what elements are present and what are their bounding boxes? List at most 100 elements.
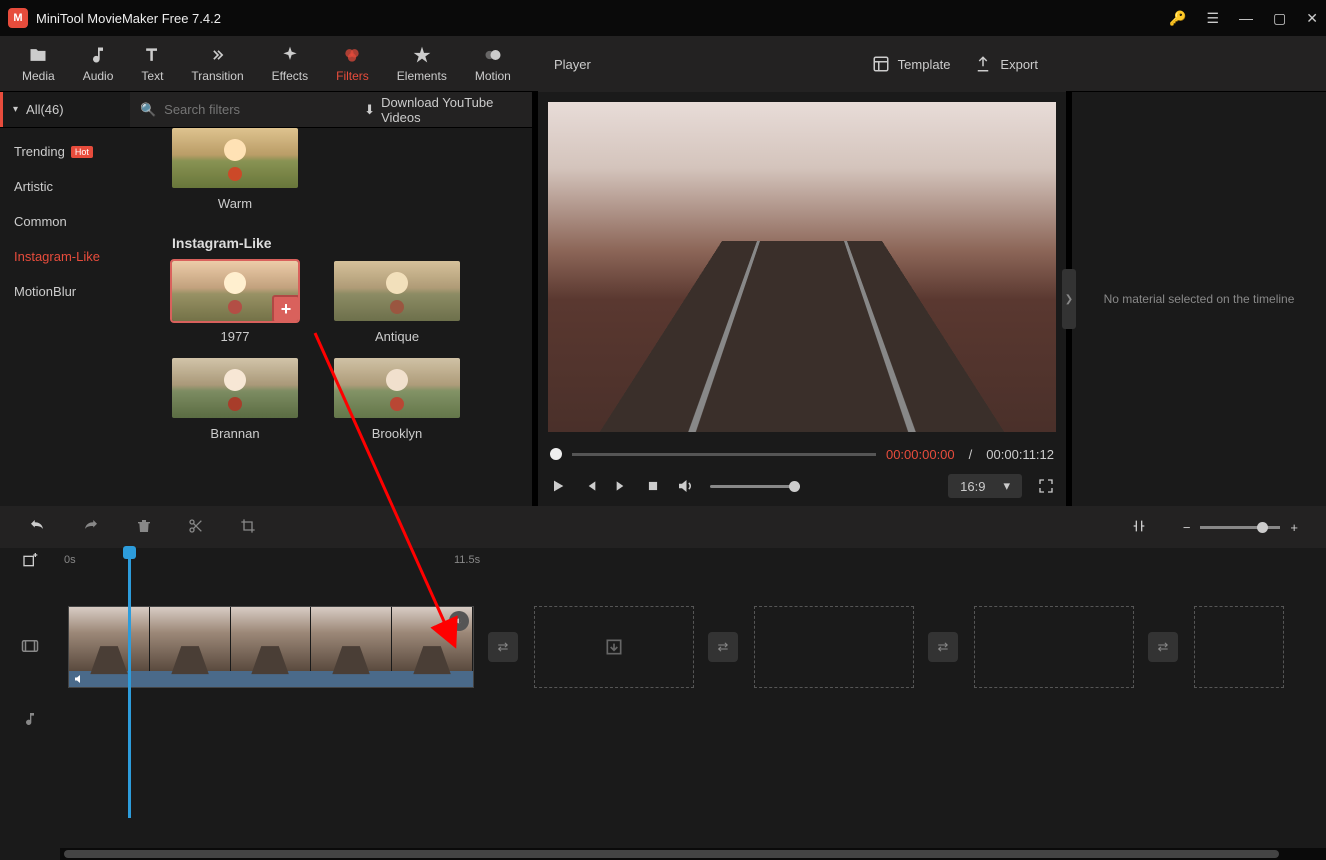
volume-button[interactable] <box>676 477 694 495</box>
export-button[interactable]: Export <box>962 55 1050 73</box>
timeline-h-scrollbar[interactable] <box>60 848 1326 860</box>
zoom-slider[interactable] <box>1200 526 1280 529</box>
scrubber-handle[interactable] <box>550 448 562 460</box>
empty-clip-slot[interactable] <box>754 606 914 688</box>
filter-warm-thumb[interactable] <box>172 128 298 188</box>
minimize-icon[interactable]: — <box>1239 10 1253 26</box>
crop-button[interactable] <box>240 518 256 537</box>
skip-back-icon <box>582 478 598 494</box>
stop-button[interactable] <box>646 479 660 493</box>
add-track-button[interactable] <box>22 553 38 572</box>
clip-filter-indicator[interactable]: ◐ <box>449 611 469 631</box>
collapse-panel-button[interactable]: ❯ <box>1062 269 1076 329</box>
category-artistic[interactable]: Artistic <box>0 169 144 204</box>
fit-timeline-button[interactable] <box>1131 518 1147 537</box>
split-button[interactable] <box>188 518 204 537</box>
app-icon: M <box>8 8 28 28</box>
tab-audio[interactable]: Audio <box>69 36 128 91</box>
tab-media[interactable]: Media <box>8 36 69 91</box>
player-panel: Player Template Export 00:00:00:00 / 00:… <box>538 92 1066 506</box>
volume-icon <box>73 673 85 685</box>
folder-icon <box>28 45 48 65</box>
sparkle-icon <box>280 45 300 65</box>
elements-icon <box>412 45 432 65</box>
category-common[interactable]: Common <box>0 204 144 239</box>
tab-effects[interactable]: Effects <box>258 36 322 91</box>
filter-label: Antique <box>334 321 460 358</box>
volume-slider[interactable] <box>710 485 800 488</box>
transition-slot[interactable]: ⇄ <box>488 632 518 662</box>
filter-antique-thumb[interactable] <box>334 261 460 321</box>
tab-text[interactable]: Text <box>127 36 177 91</box>
add-track-icon <box>22 553 38 569</box>
video-preview[interactable] <box>548 102 1056 432</box>
zoom-in-button[interactable]: + <box>1290 520 1298 535</box>
undo-button[interactable] <box>28 517 46 538</box>
template-button[interactable]: Template <box>860 55 963 73</box>
player-title: Player <box>554 57 860 72</box>
filters-library-panel: ▾ All(46) 🔍 ⬇ Download YouTube Videos Tr… <box>0 92 532 506</box>
category-motionblur[interactable]: MotionBlur <box>0 274 144 309</box>
import-icon <box>604 637 624 657</box>
fullscreen-button[interactable] <box>1038 478 1054 494</box>
fullscreen-icon <box>1038 478 1054 494</box>
search-icon: 🔍 <box>140 102 156 118</box>
transition-slot[interactable]: ⇄ <box>928 632 958 662</box>
hot-badge: Hot <box>71 146 93 158</box>
title-bar: M MiniTool MovieMaker Free 7.4.2 🔑 ☰ — ▢… <box>0 0 1326 36</box>
filter-brooklyn-thumb[interactable] <box>334 358 460 418</box>
empty-clip-slot[interactable] <box>1194 606 1284 688</box>
add-filter-button[interactable]: + <box>272 295 298 321</box>
category-all[interactable]: ▾ All(46) <box>0 92 130 127</box>
music-note-icon <box>88 45 108 65</box>
tab-transition[interactable]: Transition <box>177 36 257 91</box>
prev-frame-button[interactable] <box>582 478 598 494</box>
trash-icon <box>136 518 152 534</box>
app-title: MiniTool MovieMaker Free 7.4.2 <box>36 11 1169 26</box>
empty-state-text: No material selected on the timeline <box>1104 292 1295 306</box>
search-input[interactable] <box>164 102 340 117</box>
zoom-out-button[interactable]: − <box>1183 520 1191 535</box>
empty-clip-slot[interactable] <box>974 606 1134 688</box>
ruler-tick: 0s <box>64 554 76 566</box>
filter-category-list: Trending Hot Artistic Common Instagram-L… <box>0 128 144 506</box>
maximize-icon[interactable]: ▢ <box>1273 10 1286 27</box>
filter-label: Brooklyn <box>334 418 460 455</box>
chevron-down-icon: ▾ <box>1003 478 1010 494</box>
scissors-icon <box>188 518 204 534</box>
delete-button[interactable] <box>136 518 152 537</box>
filter-grid[interactable]: Warm Instagram-Like + 1977 Antique <box>144 128 532 506</box>
key-icon[interactable]: 🔑 <box>1169 10 1186 27</box>
filter-label: Warm <box>172 188 298 225</box>
redo-button[interactable] <box>82 517 100 538</box>
close-icon[interactable]: ✕ <box>1306 10 1318 27</box>
audio-track <box>0 690 1326 750</box>
transition-slot[interactable]: ⇄ <box>1148 632 1178 662</box>
transition-slot[interactable]: ⇄ <box>708 632 738 662</box>
play-icon <box>550 478 566 494</box>
aspect-ratio-select[interactable]: 16:9 ▾ <box>948 474 1022 498</box>
volume-icon <box>676 477 694 495</box>
category-trending[interactable]: Trending Hot <box>0 134 144 169</box>
audio-track-icon <box>22 711 38 730</box>
filter-brannan-thumb[interactable] <box>172 358 298 418</box>
filter-1977-thumb[interactable]: + <box>172 261 298 321</box>
scrubber-track[interactable] <box>572 453 876 456</box>
tab-filters[interactable]: Filters <box>322 36 383 91</box>
next-frame-button[interactable] <box>614 478 630 494</box>
hamburger-menu-icon[interactable]: ☰ <box>1206 10 1219 27</box>
video-track-icon <box>21 637 39 658</box>
play-button[interactable] <box>550 478 566 494</box>
empty-clip-slot[interactable] <box>534 606 694 688</box>
properties-panel: ❯ No material selected on the timeline <box>1072 92 1326 506</box>
playhead[interactable] <box>128 548 131 818</box>
download-youtube-button[interactable]: ⬇ Download YouTube Videos <box>350 95 532 125</box>
timeline-ruler[interactable]: 0s 11.5s <box>0 548 1326 576</box>
stop-icon <box>646 479 660 493</box>
text-icon <box>142 45 162 65</box>
redo-icon <box>82 517 100 535</box>
tab-motion[interactable]: Motion <box>461 36 525 91</box>
category-instagram-like[interactable]: Instagram-Like <box>0 239 144 274</box>
filter-label: 1977 <box>172 321 298 358</box>
tab-elements[interactable]: Elements <box>383 36 461 91</box>
